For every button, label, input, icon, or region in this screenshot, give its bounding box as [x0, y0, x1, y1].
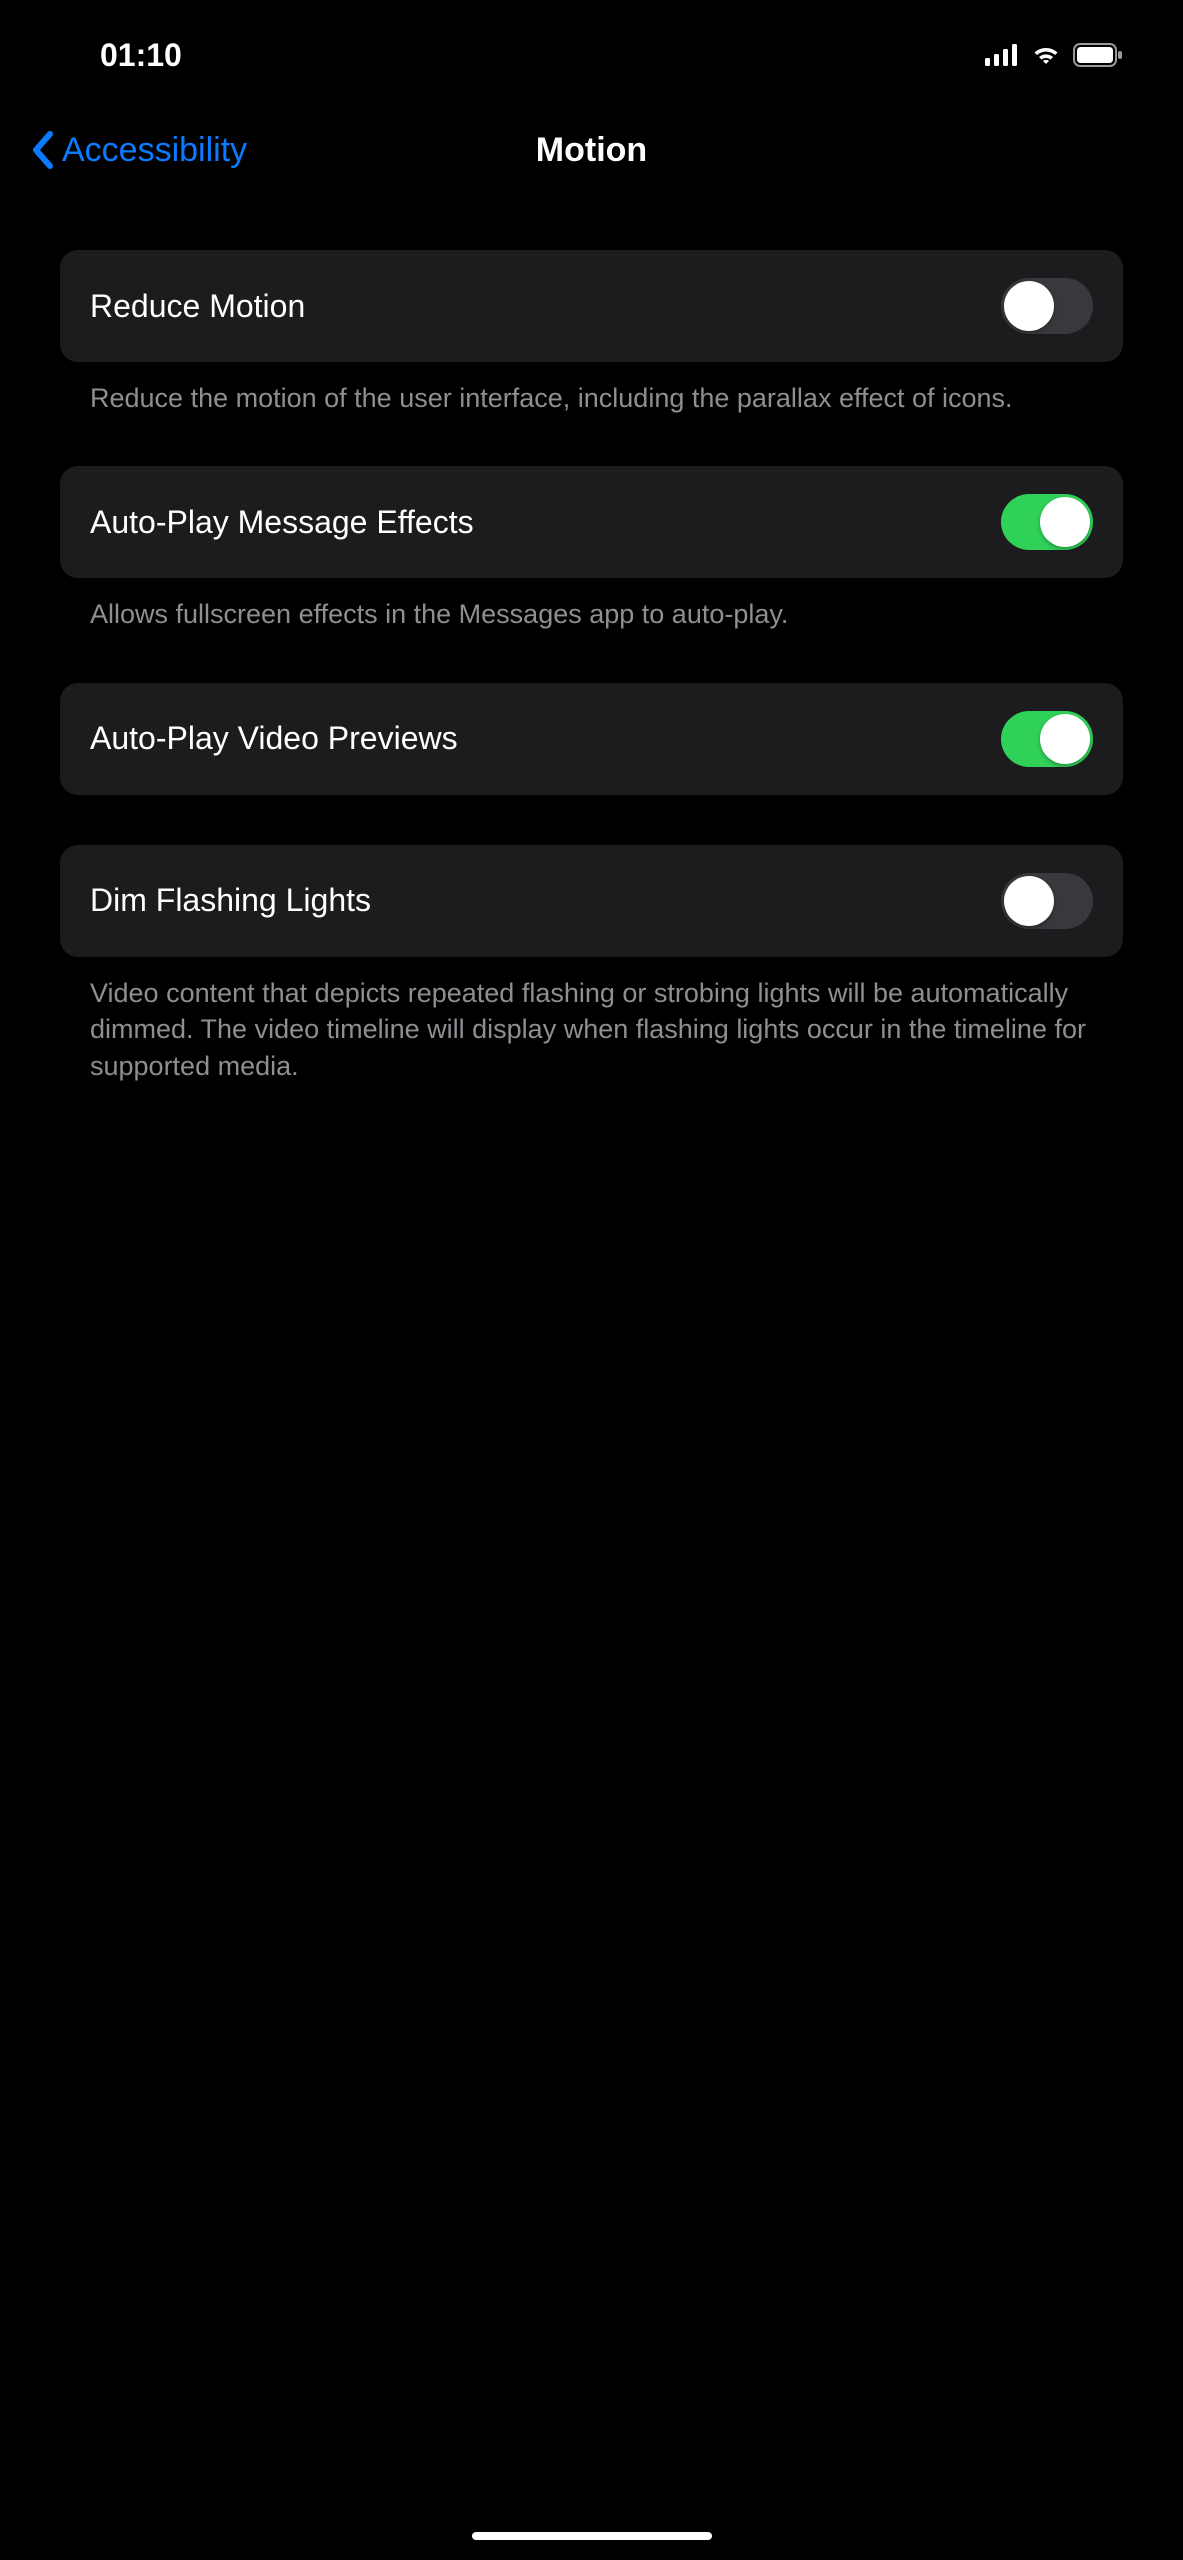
setting-label: Dim Flashing Lights — [90, 882, 371, 919]
setting-label: Auto-Play Message Effects — [90, 504, 474, 541]
page-title: Motion — [536, 131, 647, 170]
setting-row-reduce-motion[interactable]: Reduce Motion — [60, 250, 1123, 362]
wifi-icon — [1031, 44, 1061, 66]
back-button[interactable]: Accessibility — [30, 130, 247, 170]
toggle-knob — [1004, 876, 1054, 926]
toggle-knob — [1004, 281, 1054, 331]
status-icons — [985, 43, 1123, 67]
home-indicator[interactable] — [472, 2532, 712, 2540]
setting-description: Reduce the motion of the user interface,… — [60, 362, 1123, 416]
navigation-bar: Accessibility Motion — [0, 100, 1183, 220]
setting-row-autoplay-message-effects[interactable]: Auto-Play Message Effects — [60, 466, 1123, 578]
setting-group-dim-flashing-lights: Dim Flashing Lights Video content that d… — [60, 845, 1123, 1084]
toggle-dim-flashing-lights[interactable] — [1001, 873, 1093, 929]
toggle-autoplay-message-effects[interactable] — [1001, 494, 1093, 550]
setting-group-autoplay-video-previews: Auto-Play Video Previews — [60, 683, 1123, 795]
status-time: 01:10 — [100, 37, 182, 74]
setting-label: Reduce Motion — [90, 288, 305, 325]
toggle-knob — [1040, 714, 1090, 764]
chevron-left-icon — [30, 130, 54, 170]
setting-description: Allows fullscreen effects in the Message… — [60, 578, 1123, 632]
toggle-knob — [1040, 497, 1090, 547]
setting-label: Auto-Play Video Previews — [90, 720, 458, 757]
toggle-reduce-motion[interactable] — [1001, 278, 1093, 334]
battery-icon — [1073, 43, 1123, 67]
setting-row-autoplay-video-previews[interactable]: Auto-Play Video Previews — [60, 683, 1123, 795]
back-label: Accessibility — [62, 131, 247, 170]
setting-group-autoplay-message-effects: Auto-Play Message Effects Allows fullscr… — [60, 466, 1123, 632]
setting-group-reduce-motion: Reduce Motion Reduce the motion of the u… — [60, 250, 1123, 416]
cellular-signal-icon — [985, 44, 1019, 66]
setting-row-dim-flashing-lights[interactable]: Dim Flashing Lights — [60, 845, 1123, 957]
status-bar: 01:10 — [0, 0, 1183, 100]
settings-content: Reduce Motion Reduce the motion of the u… — [0, 220, 1183, 1084]
toggle-autoplay-video-previews[interactable] — [1001, 711, 1093, 767]
setting-description: Video content that depicts repeated flas… — [60, 957, 1123, 1084]
